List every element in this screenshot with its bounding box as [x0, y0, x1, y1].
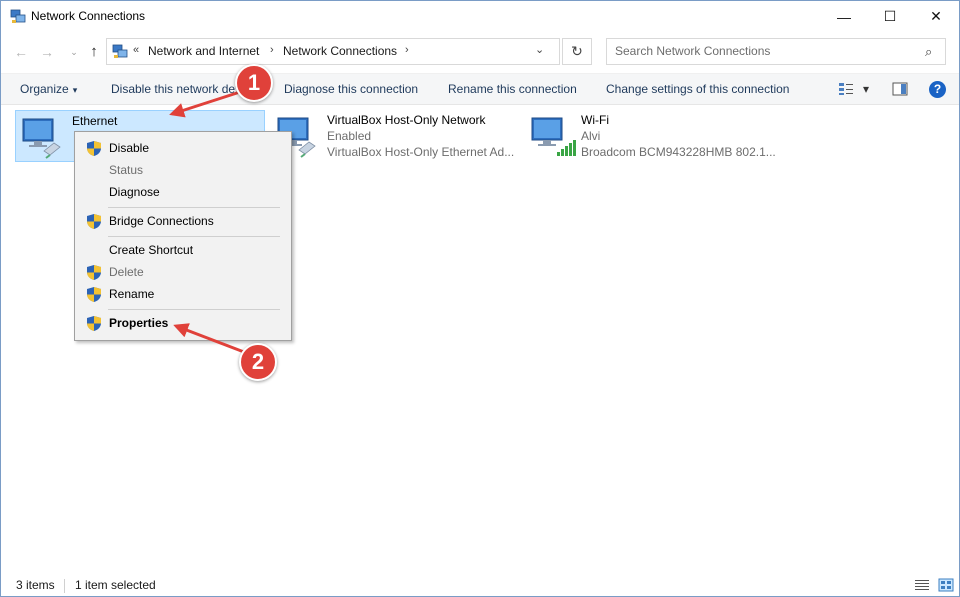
navigation-bar: ← → ⌄ ↑ « Network and Internet › Network… — [1, 35, 959, 69]
step-1-callout: 1 — [235, 64, 273, 102]
wifi-adapter-icon — [531, 117, 576, 156]
item-count: 3 items — [16, 578, 55, 592]
menu-item-status[interactable]: Status — [76, 159, 290, 181]
title-bar: Network Connections — ☐ ✕ — [1, 1, 959, 33]
menu-item-label: Disable — [109, 141, 150, 155]
refresh-icon: ↻ — [571, 43, 583, 59]
control-panel-icon — [112, 44, 128, 58]
address-bar[interactable]: « Network and Internet › Network Connect… — [106, 38, 560, 65]
selection-count: 1 item selected — [75, 578, 156, 592]
step-2-callout: 2 — [239, 343, 277, 381]
breadcrumb-separator-icon[interactable]: › — [405, 44, 409, 56]
window-title: Network Connections — [31, 9, 146, 23]
menu-item-bridge-connections[interactable]: Bridge Connections — [76, 210, 290, 232]
recent-locations-button[interactable]: ⌄ — [65, 43, 83, 61]
menu-item-label: Bridge Connections — [109, 214, 214, 228]
menu-item-label: Diagnose — [109, 185, 160, 199]
change-view-icon[interactable] — [838, 82, 854, 96]
menu-item-label: Delete — [109, 265, 144, 279]
organize-label: Organize — [20, 82, 69, 96]
connection-status: Enabled — [327, 129, 372, 143]
breadcrumb-network-and-internet[interactable]: Network and Internet — [148, 44, 259, 58]
explorer-window: Network Connections — ☐ ✕ ← → ⌄ ↑ « Netw… — [0, 0, 960, 597]
disable-device-button[interactable]: Disable this network device — [111, 82, 241, 96]
close-icon: ✕ — [930, 8, 942, 24]
help-icon[interactable]: ? — [929, 81, 946, 98]
status-divider — [64, 579, 65, 593]
minimize-button[interactable]: — — [821, 1, 867, 32]
ethernet-adapter-icon — [22, 118, 61, 159]
connection-name: Wi-Fi — [581, 113, 609, 127]
search-input[interactable] — [615, 44, 905, 58]
menu-item-rename[interactable]: Rename — [76, 283, 290, 305]
view-options-icon[interactable]: ▾ — [863, 82, 869, 96]
status-bar: 3 items 1 item selected — [1, 574, 959, 596]
organize-button[interactable]: Organize ▾ — [20, 82, 77, 96]
uac-shield-icon — [87, 316, 101, 331]
menu-item-create-shortcut[interactable]: Create Shortcut — [76, 239, 290, 261]
chevron-down-icon[interactable]: ⌄ — [535, 43, 544, 56]
menu-separator — [108, 236, 280, 237]
uac-shield-icon — [87, 265, 101, 280]
diagnose-connection-button[interactable]: Diagnose this connection — [284, 82, 418, 96]
large-icons-view-icon[interactable] — [938, 578, 954, 592]
connection-name: VirtualBox Host-Only Network — [327, 113, 486, 127]
menu-item-diagnose[interactable]: Diagnose — [76, 181, 290, 203]
connection-device: VirtualBox Host-Only Ethernet Ad... — [327, 145, 515, 159]
breadcrumb-network-connections[interactable]: Network Connections — [283, 44, 397, 58]
context-menu: Disable Status Diagnose Bridge Connectio… — [74, 131, 292, 341]
menu-item-delete[interactable]: Delete — [76, 261, 290, 283]
network-connections-icon — [10, 9, 26, 23]
connection-name: Ethernet — [72, 114, 118, 128]
overflow-chevron-icon[interactable]: « — [133, 44, 139, 56]
menu-item-disable[interactable]: Disable — [76, 137, 290, 159]
maximize-icon: ☐ — [883, 8, 897, 24]
connection-wifi[interactable]: Wi-Fi Alvi Broadcom BCM943228HMB 802.1..… — [525, 110, 776, 162]
rename-connection-button[interactable]: Rename this connection — [448, 82, 577, 96]
menu-item-label: Rename — [109, 287, 155, 301]
close-button[interactable]: ✕ — [913, 1, 959, 32]
connection-device: Broadcom BCM943228HMB 802.1... — [581, 145, 776, 159]
command-bar: Organize▾ Disable this network device Di… — [1, 73, 959, 105]
change-settings-button[interactable]: Change settings of this connection — [606, 82, 789, 96]
menu-item-label: Status — [109, 163, 144, 177]
menu-item-label: Create Shortcut — [109, 243, 194, 257]
back-button[interactable]: ← — [12, 43, 30, 61]
minimize-icon: — — [837, 8, 851, 25]
chevron-down-icon: ▾ — [72, 85, 78, 95]
details-view-icon[interactable] — [914, 578, 930, 592]
uac-shield-icon — [87, 214, 101, 229]
connection-status: Alvi — [581, 129, 601, 143]
search-box[interactable]: ⌕ — [606, 38, 946, 65]
uac-shield-icon — [87, 141, 101, 156]
preview-pane-icon[interactable] — [892, 82, 908, 96]
breadcrumb-separator-icon[interactable]: › — [270, 44, 274, 56]
connection-virtualbox[interactable]: VirtualBox Host-Only Network Enabled Vir… — [271, 110, 521, 162]
menu-item-label: Properties — [109, 316, 169, 330]
forward-button[interactable]: → — [38, 43, 56, 61]
search-icon[interactable]: ⌕ — [925, 44, 932, 60]
maximize-button[interactable]: ☐ — [867, 1, 913, 32]
menu-separator — [108, 207, 280, 208]
refresh-button[interactable]: ↻ — [562, 38, 592, 65]
up-button[interactable]: ↑ — [85, 43, 103, 61]
menu-item-properties[interactable]: Properties — [76, 312, 290, 334]
menu-separator — [108, 309, 280, 310]
uac-shield-icon — [87, 287, 101, 302]
